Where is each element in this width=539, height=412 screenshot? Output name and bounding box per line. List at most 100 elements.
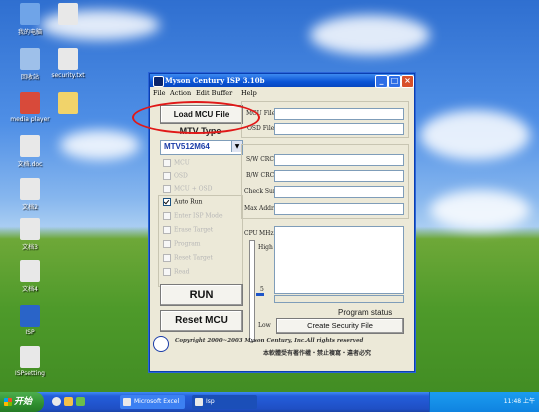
sw-crc-field[interactable]	[274, 154, 404, 166]
reset-mcu-button[interactable]: Reset MCU	[160, 310, 243, 332]
isp-icon	[20, 305, 40, 327]
title-bar[interactable]: Myson Century ISP 3.10b _ □ ×	[150, 74, 414, 88]
document-icon	[20, 218, 40, 240]
taskbar-item-excel[interactable]: Microsoft Excel	[120, 395, 185, 409]
checkbox-icon	[163, 268, 171, 276]
maximize-button[interactable]: □	[388, 75, 401, 88]
document-icon	[20, 346, 40, 368]
cloud	[60, 130, 140, 160]
cloud	[430, 190, 530, 230]
quick-launch-icon[interactable]	[76, 397, 85, 406]
reset-target-checkbox[interactable]: Reset Target	[163, 254, 213, 262]
taskbar-item-isp[interactable]: Isp	[192, 395, 257, 409]
mcu-file-field[interactable]	[274, 108, 404, 120]
checkbox-label: Enter ISP Mode	[174, 212, 223, 220]
low-label: Low	[258, 322, 271, 329]
start-button[interactable]: 开始	[0, 392, 44, 412]
document-icon	[20, 260, 40, 282]
recycle-icon	[20, 48, 40, 70]
windows-logo-icon	[4, 398, 12, 406]
document-icon	[20, 135, 40, 157]
file-icon[interactable]: 文档2	[2, 178, 58, 211]
max-addr-label: Max Addr.	[244, 205, 276, 212]
run-button[interactable]: RUN	[160, 284, 243, 306]
app-icon	[153, 76, 164, 87]
high-label: High	[258, 244, 273, 251]
isp-shortcut-icon[interactable]: ISP	[2, 305, 58, 336]
checkbox-icon	[163, 159, 171, 167]
checkbox-icon	[163, 254, 171, 262]
cpu-speed-slider[interactable]	[249, 240, 255, 342]
taskbar-item-label: Microsoft Excel	[134, 398, 180, 405]
file-icon[interactable]	[40, 3, 96, 27]
folder-glyph-icon	[58, 92, 78, 114]
status-log	[274, 226, 404, 294]
checkbox-label: MCU	[174, 159, 190, 167]
cpu-label: CPU	[244, 230, 258, 237]
minimize-button[interactable]: _	[375, 75, 388, 88]
menu-file[interactable]: File	[153, 89, 166, 97]
window-title: Myson Century ISP 3.10b	[165, 76, 265, 85]
checkbox-icon	[163, 212, 171, 220]
slider-mid-label: 5	[260, 286, 264, 293]
mtv-type-value: MTV512M64	[164, 142, 210, 151]
mtv-type-select[interactable]: MTV512M64 ▼	[160, 140, 243, 155]
close-button[interactable]: ×	[401, 75, 414, 88]
document-icon	[20, 178, 40, 200]
mcu-checkbox[interactable]: MCU	[163, 159, 190, 167]
highlight-circle	[132, 101, 260, 134]
file-icon[interactable]: 文档3	[2, 218, 58, 251]
menu-action[interactable]: Action	[170, 89, 191, 97]
read-checkbox[interactable]: Read	[163, 268, 190, 276]
checkbox-label: MCU + OSD	[174, 185, 213, 193]
system-tray: 11:48 上午	[429, 392, 539, 412]
start-label: 开始	[14, 397, 33, 407]
media-icon	[20, 92, 40, 114]
window-icon	[123, 398, 131, 406]
enter-isp-mode-checkbox[interactable]: Enter ISP Mode	[163, 212, 223, 220]
bw-crc-label: B/W CRC	[246, 172, 275, 179]
checkbox-label: Reset Target	[174, 254, 213, 262]
checkbox-label: Program	[174, 240, 201, 248]
text-file-icon[interactable]: security.txt	[40, 48, 96, 79]
progress-bar	[274, 295, 404, 303]
copyright-notice: 本軟體受有著作權・禁止複寫・違者必究	[263, 350, 372, 357]
checkbox-icon	[163, 198, 171, 206]
menu-edit-buffer[interactable]: Edit Buffer	[196, 89, 232, 97]
copyright-text: Copyright 2000~2003 Myson Century, Inc.A…	[175, 338, 364, 344]
bw-crc-field[interactable]	[274, 170, 404, 182]
max-addr-field[interactable]	[274, 203, 404, 215]
file-icon[interactable]: 文档.doc	[2, 135, 58, 168]
program-checkbox[interactable]: Program	[163, 240, 201, 248]
auto-run-checkbox[interactable]: Auto Run	[163, 198, 202, 206]
taskbar-item-label: Isp	[206, 398, 215, 405]
osd-checkbox[interactable]: OSD	[163, 172, 188, 180]
checkbox-label: Read	[174, 268, 190, 276]
file-icon[interactable]: ISPsetting	[2, 346, 58, 377]
mhz-label: MHz	[259, 230, 274, 237]
menu-bar: File Action Edit Buffer Help	[150, 88, 414, 98]
osd-file-field[interactable]	[274, 123, 404, 135]
program-status-label: Program status	[338, 308, 393, 317]
myson-logo-icon	[153, 336, 169, 352]
check-sum-field[interactable]	[274, 186, 404, 198]
file-icon[interactable]: 文档4	[2, 260, 58, 293]
quick-launch-icon[interactable]	[64, 397, 73, 406]
folder-icon[interactable]	[40, 92, 96, 116]
computer-icon	[20, 3, 40, 25]
window-icon	[195, 398, 203, 406]
menu-help[interactable]: Help	[241, 89, 257, 97]
quick-launch-icon[interactable]	[52, 397, 61, 406]
slider-thumb[interactable]	[256, 293, 264, 296]
checkbox-icon	[163, 185, 171, 193]
erase-target-checkbox[interactable]: Erase Target	[163, 226, 213, 234]
checkbox-label: Erase Target	[174, 226, 214, 234]
clock[interactable]: 11:48 上午	[504, 398, 535, 405]
create-security-file-button[interactable]: Create Security File	[276, 318, 404, 334]
cloud	[310, 15, 430, 55]
document-icon	[58, 48, 78, 70]
document-icon	[58, 3, 78, 25]
mcu-osd-checkbox[interactable]: MCU + OSD	[163, 185, 212, 193]
osd-file-label: OSD File	[247, 125, 275, 132]
checkbox-label: Auto Run	[174, 198, 203, 206]
